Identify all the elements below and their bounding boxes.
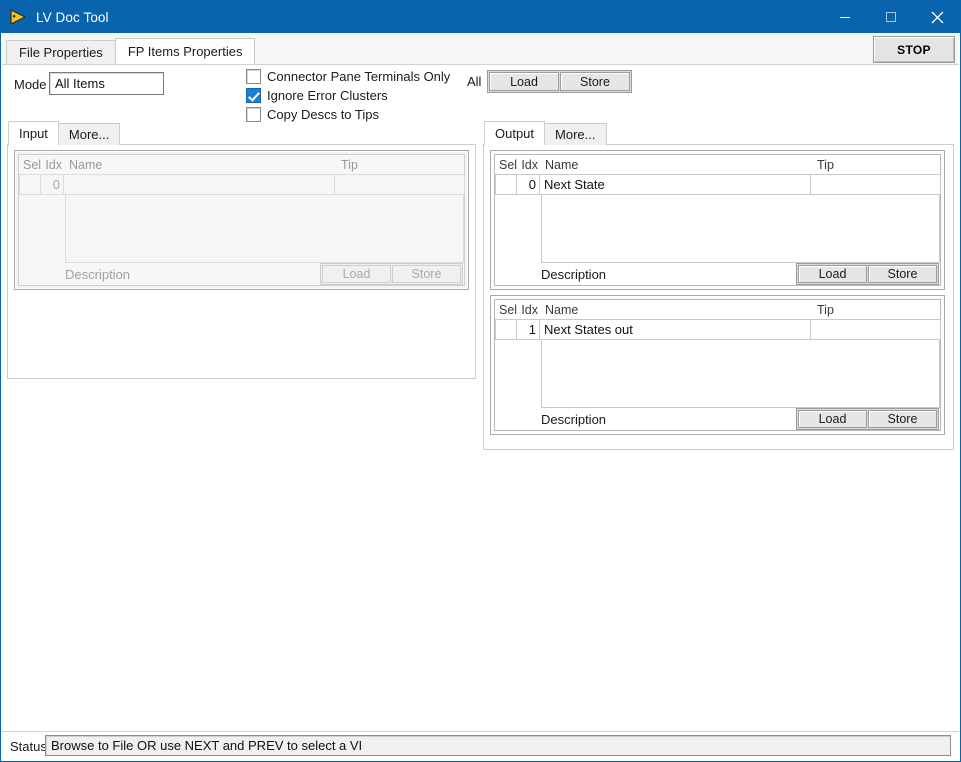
table-row[interactable]: 1 Next States out: [495, 319, 941, 340]
close-icon[interactable]: [914, 1, 960, 33]
output-load-store-group-1: Load Store: [796, 408, 939, 430]
grid-empty-area: [65, 195, 464, 263]
input-items-grid: Sel Idx Name Tip 0 Description Load Stor…: [18, 154, 465, 286]
cell-tip[interactable]: [810, 174, 941, 195]
output-load-store-group-0: Load Store: [796, 263, 939, 285]
header-name: Name: [545, 302, 579, 317]
grid-header-row: Sel Idx Name Tip: [495, 155, 940, 174]
cell-idx: 0: [516, 174, 540, 195]
input-item-group: Sel Idx Name Tip 0 Description Load Stor…: [14, 150, 469, 290]
minimize-icon[interactable]: [822, 1, 868, 33]
app-window: LV Doc Tool STOP File Properties FP Item…: [0, 0, 961, 762]
output-items-grid-1: Sel Idx Name Tip 1 Next States out Descr…: [494, 299, 941, 431]
labview-run-arrow-icon: [9, 8, 27, 26]
grid-empty-area: [541, 195, 940, 263]
input-tab-body: Sel Idx Name Tip 0 Description Load Stor…: [7, 144, 476, 379]
header-name: Name: [545, 157, 579, 172]
output-tab-body: Sel Idx Name Tip 0 Next State Descriptio…: [483, 144, 954, 450]
window-title: LV Doc Tool: [36, 9, 109, 25]
mode-input[interactable]: All Items: [49, 72, 164, 95]
header-idx: Idx: [521, 302, 538, 317]
header-sel: Sel: [23, 157, 42, 172]
output-item-group-0: Sel Idx Name Tip 0 Next State Descriptio…: [490, 150, 945, 290]
mode-label: Mode: [14, 77, 47, 92]
cell-name[interactable]: Next State: [539, 174, 811, 195]
description-label: Description: [541, 411, 607, 427]
tab-output[interactable]: Output: [484, 121, 546, 145]
title-bar: LV Doc Tool: [1, 1, 960, 33]
main-tab-bar: File Properties FP Items Properties: [6, 38, 256, 64]
description-label: Description: [541, 266, 607, 282]
checkbox-box: [246, 68, 261, 84]
status-message: Browse to File OR use NEXT and PREV to s…: [45, 735, 951, 756]
tab-input[interactable]: Input: [8, 121, 59, 145]
stop-button[interactable]: STOP: [873, 36, 955, 63]
checkbox-label: Connector Pane Terminals Only: [267, 68, 451, 84]
cell-idx: 1: [516, 319, 540, 340]
header-name: Name: [69, 157, 103, 172]
checkbox-connector-pane-terminals-only[interactable]: Connector Pane Terminals Only: [246, 67, 450, 85]
cell-name[interactable]: [63, 174, 335, 195]
cell-sel-checkbox[interactable]: [495, 174, 517, 195]
tab-output-more[interactable]: More...: [544, 123, 607, 145]
status-divider: [2, 731, 959, 732]
output-load-button[interactable]: Load: [798, 410, 867, 428]
cell-tip[interactable]: [810, 319, 941, 340]
input-store-button[interactable]: Store: [392, 265, 461, 283]
grid-empty-area: [541, 340, 940, 408]
cell-name[interactable]: Next States out: [539, 319, 811, 340]
checkbox-copy-descs-to-tips[interactable]: Copy Descs to Tips: [246, 105, 450, 123]
output-items-grid-0: Sel Idx Name Tip 0 Next State Descriptio…: [494, 154, 941, 286]
checkbox-label: Copy Descs to Tips: [267, 106, 379, 122]
grid-header-row: Sel Idx Name Tip: [495, 300, 940, 319]
all-label: All: [467, 74, 482, 89]
tab-file-properties[interactable]: File Properties: [6, 40, 116, 64]
output-store-button[interactable]: Store: [868, 265, 937, 283]
input-tab-bar: Input More...: [8, 121, 121, 145]
output-store-button[interactable]: Store: [868, 410, 937, 428]
output-load-button[interactable]: Load: [798, 265, 867, 283]
header-tip: Tip: [817, 302, 834, 317]
tab-fp-items-properties[interactable]: FP Items Properties: [114, 38, 256, 64]
checkbox-box: [246, 106, 261, 122]
checkbox-label: Ignore Error Clusters: [267, 87, 388, 103]
all-load-button[interactable]: Load: [489, 72, 559, 91]
window-controls: [822, 1, 960, 33]
all-load-store-group: Load Store: [487, 70, 632, 93]
header-tip: Tip: [817, 157, 834, 172]
description-label: Description: [65, 266, 131, 282]
checkbox-ignore-error-clusters[interactable]: Ignore Error Clusters: [246, 86, 450, 104]
cell-sel-checkbox[interactable]: [19, 174, 41, 195]
cell-tip[interactable]: [334, 174, 465, 195]
output-item-group-1: Sel Idx Name Tip 1 Next States out Descr…: [490, 295, 945, 435]
header-idx: Idx: [521, 157, 538, 172]
tab-input-more[interactable]: More...: [57, 123, 121, 145]
maximize-icon[interactable]: [868, 1, 914, 33]
header-sel: Sel: [499, 157, 518, 172]
header-sel: Sel: [499, 302, 518, 317]
cell-sel-checkbox[interactable]: [495, 319, 517, 340]
header-tip: Tip: [341, 157, 358, 172]
status-label: Status: [10, 739, 47, 754]
checkbox-box-checked: [246, 87, 261, 103]
table-row[interactable]: 0 Next State: [495, 174, 941, 195]
options-checkbox-group: Connector Pane Terminals Only Ignore Err…: [246, 67, 450, 124]
header-idx: Idx: [45, 157, 62, 172]
grid-footer: Description Load Store: [19, 263, 464, 285]
input-load-store-group: Load Store: [320, 263, 463, 285]
input-load-button[interactable]: Load: [322, 265, 391, 283]
cell-idx: 0: [40, 174, 64, 195]
grid-footer: Description Load Store: [495, 408, 940, 430]
table-row[interactable]: 0: [19, 174, 465, 195]
grid-header-row: Sel Idx Name Tip: [19, 155, 464, 174]
all-store-button[interactable]: Store: [560, 72, 630, 91]
output-tab-bar: Output More...: [484, 121, 607, 145]
grid-footer: Description Load Store: [495, 263, 940, 285]
